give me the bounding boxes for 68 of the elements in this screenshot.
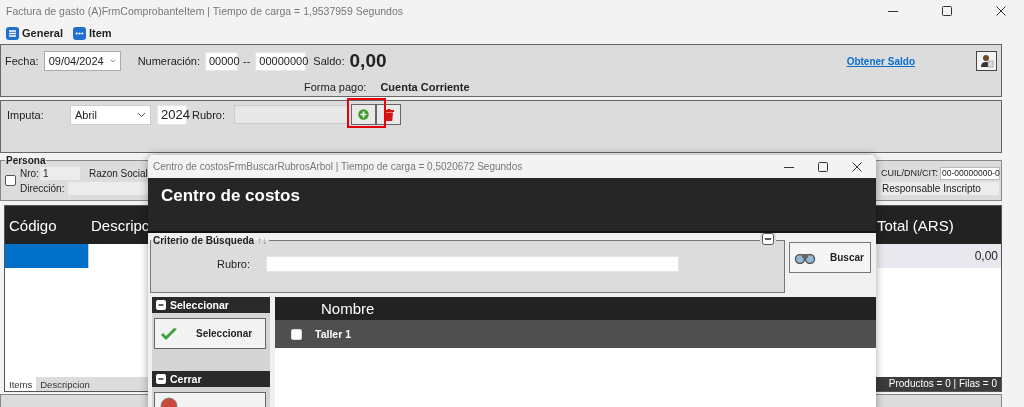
- person-icon: [979, 54, 994, 68]
- close-button[interactable]: [154, 392, 266, 407]
- field-label: Saldo:: [313, 55, 345, 67]
- cuit-field[interactable]: 00-00000000-0: [940, 166, 1000, 180]
- collapse-icon: [762, 233, 774, 245]
- field-label: Rubro:: [217, 258, 251, 270]
- window-title: Factura de gasto (A)FrmComprobanteItem | Tiempo de carga = 1,9537959 Segundos: [6, 5, 403, 17]
- stop-icon: [160, 396, 178, 407]
- number-field[interactable]: 00000000: [255, 51, 307, 71]
- rubro-field[interactable]: [266, 256, 680, 272]
- select-button[interactable]: Seleccionar: [154, 318, 266, 349]
- caret-icon: [137, 111, 146, 118]
- tax-condition-field[interactable]: Responsable Inscripto: [881, 181, 999, 195]
- list-icon: [6, 26, 19, 40]
- collapse-icon: [156, 374, 166, 384]
- address-field[interactable]: [68, 181, 149, 195]
- field-label: Razon Social: [88, 167, 148, 179]
- field-label: Imputa:: [7, 108, 45, 121]
- field-label: Dirección:: [20, 182, 65, 194]
- rubro-field[interactable]: [234, 105, 350, 124]
- binoculars-icon: [794, 251, 816, 264]
- payment-value: Cuenta Corriente: [380, 81, 470, 93]
- search-button[interactable]: Buscar: [789, 242, 871, 273]
- delete-button[interactable]: [376, 104, 402, 125]
- field-label: Rubro:: [192, 108, 226, 121]
- toolbar-button[interactable]: General: [6, 26, 63, 40]
- group-title: Criterio de Búsqueda: [153, 235, 255, 246]
- toolbar-button[interactable]: Item: [72, 26, 112, 40]
- month-select[interactable]: Abril: [70, 104, 151, 125]
- maximize-icon: [818, 161, 828, 172]
- group-title: Persona: [5, 155, 47, 166]
- field-label: Nro:: [20, 167, 39, 179]
- separator-text: --: [243, 55, 251, 67]
- tab[interactable]: Items: [5, 377, 37, 391]
- close-icon: [996, 6, 1006, 16]
- close-icon: [852, 161, 862, 172]
- table-row[interactable]: Taller 1: [275, 320, 876, 348]
- balance-value: 0,00: [349, 50, 387, 72]
- more-icon: [72, 26, 86, 40]
- balance-link[interactable]: Obtener Saldo: [846, 55, 915, 67]
- caret-icon: [109, 58, 116, 64]
- dialog-heading: Centro de costos: [148, 178, 876, 233]
- field-label: CUIL/DNI/CIT:: [881, 168, 938, 178]
- add-button[interactable]: [351, 104, 377, 125]
- column-header: Nombre: [321, 300, 375, 317]
- plus-circle-icon: [358, 109, 370, 120]
- maximize-icon: [942, 6, 952, 16]
- column-header: Descripc: [91, 216, 150, 234]
- trash-icon: [383, 108, 394, 121]
- number-field[interactable]: 1: [39, 166, 80, 180]
- table-cell: 0,00: [877, 244, 1001, 268]
- table-cell[interactable]: [5, 244, 89, 268]
- field-label: Fecha:: [5, 55, 39, 67]
- collapse-button[interactable]: [760, 233, 776, 248]
- field-label: Numeración:: [137, 55, 200, 67]
- tab[interactable]: Descripcion: [36, 377, 94, 391]
- column-header: Total (ARS): [877, 216, 955, 234]
- collapse-icon: [156, 300, 166, 310]
- section-header[interactable]: Seleccionar: [152, 297, 270, 313]
- section-header[interactable]: Cerrar: [152, 371, 270, 387]
- checkmark-icon: [160, 326, 178, 341]
- window-title: Centro de costosFrmBuscarRubrosArbol | Tiempo de carga = 0,5020672 Segundos: [153, 161, 523, 172]
- field-label: Forma pago:: [304, 81, 367, 93]
- date-picker[interactable]: 09/04/2024: [43, 51, 121, 71]
- number-field[interactable]: 00000: [205, 51, 238, 71]
- column-header: Código: [8, 216, 58, 234]
- checkbox[interactable]: [5, 175, 16, 186]
- person-button[interactable]: [976, 51, 997, 71]
